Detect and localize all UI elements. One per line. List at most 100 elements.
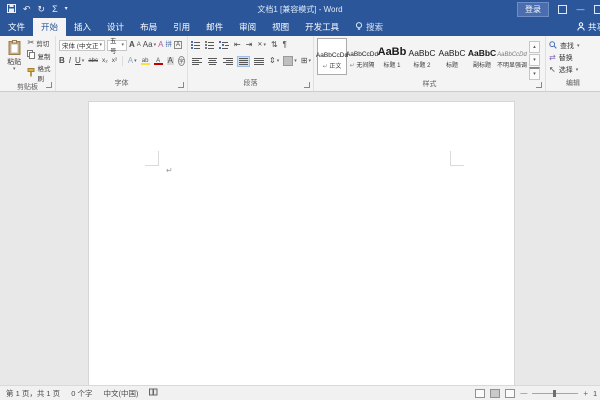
- text-effects-button[interactable]: A ▾: [128, 54, 137, 68]
- underline-button[interactable]: U ▾: [75, 54, 84, 68]
- sign-in-button[interactable]: 登录: [517, 2, 549, 17]
- read-mode-view-icon[interactable]: [475, 389, 485, 398]
- character-shading-button[interactable]: A: [167, 57, 174, 65]
- grow-font-button[interactable]: A: [129, 41, 135, 49]
- font-color-button[interactable]: A: [154, 58, 163, 65]
- increase-indent-button[interactable]: ⇥: [246, 41, 253, 49]
- justify-button[interactable]: [238, 57, 250, 66]
- customize-qat-icon[interactable]: ▾: [65, 6, 68, 12]
- sigma-icon[interactable]: Σ: [52, 5, 58, 14]
- numbering-button[interactable]: [205, 41, 214, 49]
- borders-button[interactable]: ⊞ ▾: [301, 54, 311, 68]
- bold-button[interactable]: B: [59, 57, 65, 65]
- redo-icon[interactable]: ↻: [38, 5, 46, 14]
- tab-design[interactable]: 设计: [99, 18, 132, 36]
- paste-button[interactable]: 粘贴 ▾: [3, 38, 25, 83]
- shrink-font-button[interactable]: A: [137, 42, 141, 48]
- title-bar: ↶ ↻ Σ ▾ 文档1 [兼容模式] - Word 登录 —: [0, 0, 600, 18]
- undo-icon[interactable]: ↶: [23, 5, 31, 14]
- sort-button[interactable]: ⇅: [271, 41, 278, 49]
- distribute-button[interactable]: [253, 57, 265, 66]
- styles-scroll-up-icon[interactable]: ▴: [529, 41, 540, 53]
- styles-more-icon[interactable]: ▾: [529, 67, 540, 80]
- tab-developer[interactable]: 开发工具: [297, 18, 347, 36]
- document-area[interactable]: ↵: [0, 92, 600, 385]
- restore-button[interactable]: [594, 5, 600, 13]
- line-spacing-button[interactable]: ⇕ ▾: [269, 54, 279, 68]
- tab-file[interactable]: 文件: [0, 18, 33, 36]
- minimize-button[interactable]: —: [576, 5, 585, 13]
- phonetic-guide-button[interactable]: 拼: [165, 42, 172, 49]
- style-normal[interactable]: AaBbCcDd ↵ 正文: [317, 38, 347, 75]
- tab-references[interactable]: 引用: [165, 18, 198, 36]
- person-icon: [577, 22, 585, 33]
- tab-mailings[interactable]: 邮件: [198, 18, 231, 36]
- chevron-down-icon: ▾: [121, 43, 124, 48]
- tab-view[interactable]: 视图: [264, 18, 297, 36]
- style-no-spacing[interactable]: AaBbCcDd ↵ 无间隔: [347, 38, 377, 75]
- clipboard-dialog-launcher[interactable]: [46, 82, 52, 88]
- highlight-color-button[interactable]: ab: [141, 58, 150, 65]
- style-heading2[interactable]: AaBbC 标题 2: [407, 38, 437, 75]
- clipboard-icon: [8, 40, 21, 57]
- decrease-indent-button[interactable]: ⇤: [234, 41, 241, 49]
- save-icon[interactable]: [7, 4, 16, 15]
- share-button[interactable]: 共享: [575, 18, 600, 36]
- show-hide-marks-button[interactable]: ¶: [283, 41, 287, 49]
- bullets-button[interactable]: [191, 41, 200, 49]
- proofing-icon[interactable]: [149, 388, 158, 398]
- italic-button[interactable]: I: [69, 57, 71, 65]
- font-dialog-launcher[interactable]: [178, 82, 184, 88]
- zoom-out-icon[interactable]: —: [520, 390, 527, 397]
- paragraph-mark: ↵: [166, 166, 173, 175]
- styles-scroll-down-icon[interactable]: ▾: [529, 54, 540, 66]
- zoom-percentage[interactable]: 1: [593, 389, 598, 398]
- page-indicator[interactable]: 第 1 页，共 1 页: [6, 388, 60, 399]
- subscript-button[interactable]: x₂: [102, 58, 108, 65]
- zoom-slider-thumb[interactable]: [553, 390, 556, 397]
- chevron-down-icon: ▾: [99, 43, 102, 48]
- margin-crop-mark-top-right: [450, 151, 464, 166]
- ribbon-display-options-icon[interactable]: [558, 5, 567, 13]
- align-left-button[interactable]: [191, 57, 203, 66]
- style-subtitle[interactable]: AaBbC 副标题: [467, 38, 497, 75]
- tell-me-search[interactable]: 搜索: [347, 18, 391, 36]
- superscript-button[interactable]: x²: [112, 58, 117, 65]
- format-painter-button[interactable]: 格式刷: [27, 63, 53, 83]
- styles-dialog-launcher[interactable]: [536, 82, 542, 88]
- enclose-characters-button[interactable]: 字: [178, 56, 185, 66]
- print-layout-view-icon[interactable]: [490, 389, 500, 398]
- group-label-font: 字体: [56, 79, 187, 91]
- clear-formatting-button[interactable]: A: [158, 41, 163, 49]
- copy-button[interactable]: 复制: [27, 50, 53, 61]
- paragraph-dialog-launcher[interactable]: [304, 82, 310, 88]
- style-title[interactable]: AaBbC 标题: [437, 38, 467, 75]
- strikethrough-button[interactable]: abc: [88, 58, 98, 64]
- ribbon-tab-row: 文件 开始 插入 设计 布局 引用 邮件 审阅 视图 开发工具 搜索 共享: [0, 18, 600, 36]
- find-button[interactable]: 查找 ▾: [549, 41, 598, 51]
- cut-button[interactable]: ✂ 剪切: [27, 38, 53, 48]
- tab-review[interactable]: 审阅: [231, 18, 264, 36]
- shading-button[interactable]: ▾: [283, 54, 297, 68]
- font-size-combo[interactable]: 五号 ▾: [107, 40, 127, 51]
- select-button[interactable]: ↖ 选择 ▾: [549, 65, 598, 75]
- web-layout-view-icon[interactable]: [505, 389, 515, 398]
- word-count[interactable]: 0 个字: [71, 388, 92, 399]
- tab-home[interactable]: 开始: [33, 18, 66, 36]
- style-subtle-emphasis[interactable]: AaBbCcDd 不明显强调: [497, 38, 527, 75]
- multilevel-list-button[interactable]: [219, 41, 229, 49]
- change-case-button[interactable]: Aa ▾: [143, 38, 156, 52]
- style-heading1[interactable]: AaBb 标题 1: [377, 38, 407, 75]
- align-right-button[interactable]: [222, 57, 234, 66]
- language-indicator[interactable]: 中文(中国): [103, 388, 138, 399]
- zoom-in-icon[interactable]: +: [583, 389, 588, 398]
- document-page[interactable]: ↵: [88, 101, 515, 385]
- font-name-combo[interactable]: 宋体 (中文正 ▾: [59, 40, 105, 51]
- tab-layout[interactable]: 布局: [132, 18, 165, 36]
- zoom-slider[interactable]: [532, 393, 578, 394]
- align-center-button[interactable]: [207, 57, 219, 66]
- replace-button[interactable]: ⇄ 替换: [549, 53, 598, 63]
- tab-insert[interactable]: 插入: [66, 18, 99, 36]
- character-border-button[interactable]: A: [174, 41, 182, 49]
- asian-layout-button[interactable]: ✕ ▾: [257, 38, 266, 52]
